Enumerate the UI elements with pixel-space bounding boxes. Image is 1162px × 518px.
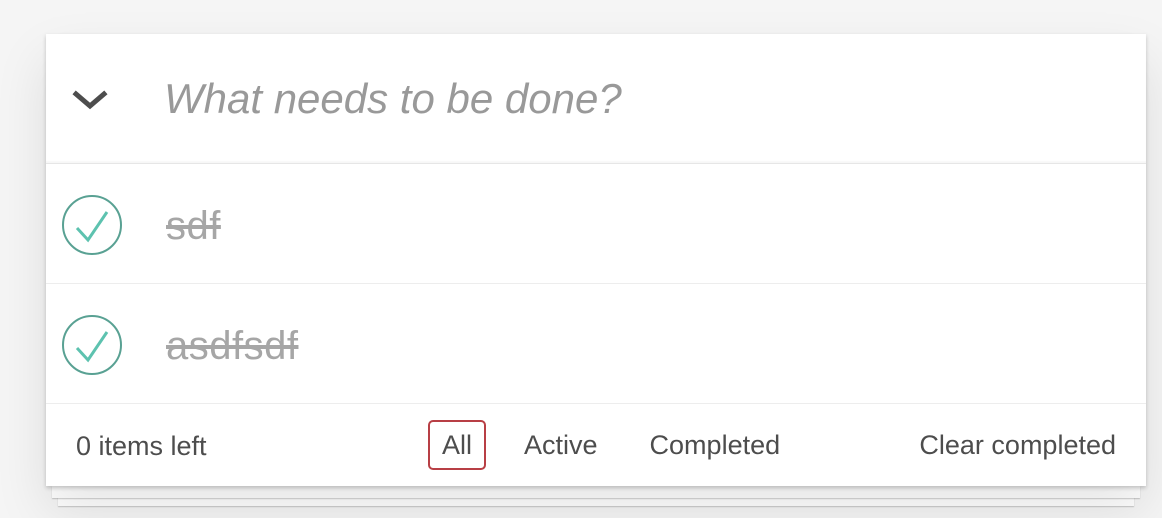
todo-label[interactable]: sdf: [166, 204, 221, 249]
todo-app: sdf asdfsdf 0 items left All Active Comp…: [46, 34, 1146, 486]
new-todo-input[interactable]: [164, 70, 1104, 128]
filter-list: All Active Completed: [416, 420, 806, 470]
items-left-count: 0 items left: [76, 431, 207, 461]
todo-list: sdf asdfsdf: [46, 164, 1146, 404]
filter-all[interactable]: All: [428, 420, 487, 470]
filter-active[interactable]: Active: [510, 420, 612, 470]
chevron-down-icon: [72, 90, 108, 110]
todo-label[interactable]: asdfsdf: [166, 324, 298, 369]
filter-completed[interactable]: Completed: [636, 420, 795, 470]
todo-toggle-checkbox[interactable]: [61, 314, 123, 376]
clear-completed-button[interactable]: Clear completed: [919, 430, 1116, 461]
toggle-all-button[interactable]: [70, 84, 110, 116]
todo-item: sdf: [46, 164, 1146, 284]
todo-header: [46, 34, 1146, 164]
check-circle-icon: [62, 195, 122, 255]
todo-item: asdfsdf: [46, 284, 1146, 404]
todo-footer: 0 items left All Active Completed Clear …: [46, 404, 1146, 486]
todo-toggle-checkbox[interactable]: [61, 194, 123, 256]
stacked-paper-1: [52, 486, 1140, 498]
check-circle-icon: [62, 315, 122, 375]
